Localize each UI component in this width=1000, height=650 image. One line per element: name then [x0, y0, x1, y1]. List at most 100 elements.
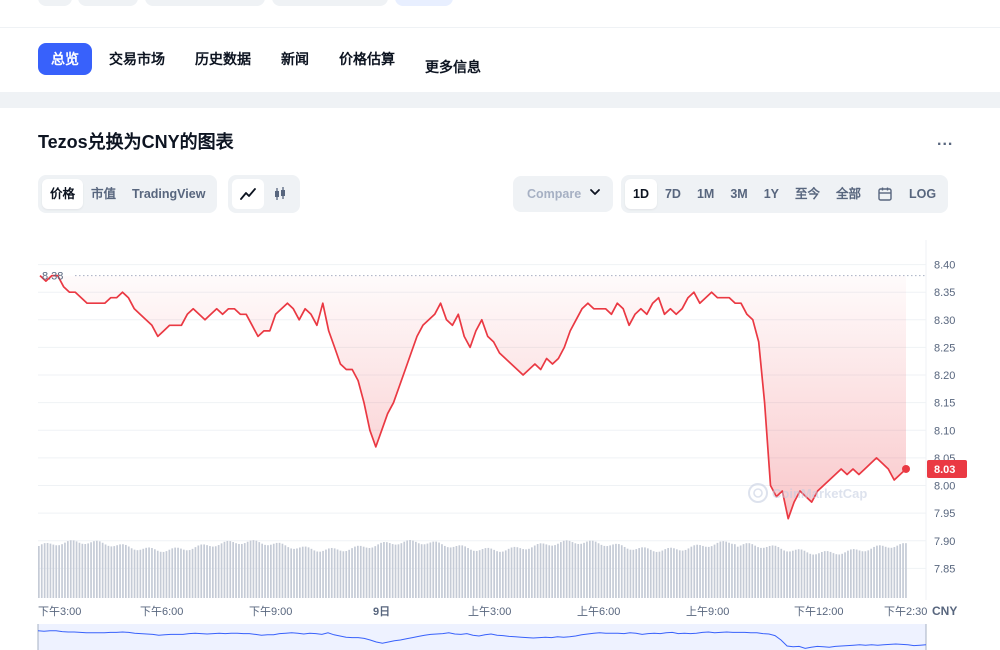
volume-bar — [241, 543, 243, 598]
volume-bar — [641, 547, 643, 598]
volume-bar — [771, 545, 774, 598]
y-tick-label: 8.25 — [934, 342, 955, 354]
volume-bar — [490, 548, 493, 598]
range-ytd-button[interactable]: 至今 — [787, 179, 828, 209]
top-pill-active[interactable] — [395, 0, 453, 6]
volume-bar — [75, 541, 78, 598]
volume-bar — [267, 545, 269, 598]
volume-bar — [261, 543, 263, 598]
y-tick-label: 8.35 — [934, 287, 955, 299]
volume-bar — [203, 544, 205, 598]
volume-bar — [69, 540, 72, 598]
volume-bar — [438, 542, 440, 598]
volume-bar — [533, 545, 536, 598]
volume-bar — [731, 543, 733, 598]
volume-bar — [539, 543, 542, 598]
tab-historical-data[interactable]: 历史数据 — [182, 43, 264, 75]
range-3m-button[interactable]: 3M — [722, 179, 755, 209]
volume-bar — [188, 550, 191, 598]
candlestick-chart-icon[interactable] — [264, 179, 296, 209]
volume-bar — [38, 546, 40, 598]
volume-bar — [678, 550, 681, 598]
top-pill[interactable] — [38, 0, 72, 6]
volume-bar — [185, 550, 188, 598]
view-market-cap-button[interactable]: 市值 — [83, 179, 124, 209]
chart-view-switch: 价格 市值 TradingView — [38, 175, 218, 213]
volume-bar — [899, 544, 901, 598]
volume-bar — [96, 540, 98, 598]
volume-bar — [800, 549, 803, 598]
calendar-icon[interactable] — [869, 179, 901, 209]
volume-bar — [664, 549, 667, 598]
volume-bar — [255, 540, 258, 598]
volume-bar — [206, 545, 208, 598]
volume-bar — [165, 551, 168, 598]
volume-bar — [420, 544, 423, 598]
volume-bar — [446, 547, 449, 598]
tab-more-info[interactable]: 更多信息 — [412, 51, 494, 83]
volume-bar — [693, 545, 696, 598]
volume-bar — [394, 544, 397, 598]
volume-bar — [342, 551, 345, 598]
volume-bar — [197, 545, 200, 598]
volume-bar — [629, 549, 632, 598]
top-pill[interactable] — [272, 0, 388, 6]
tab-news[interactable]: 新闻 — [268, 43, 322, 75]
volume-bar — [510, 547, 513, 598]
volume-bar — [336, 549, 339, 598]
chart-grid — [38, 240, 927, 600]
volume-bar — [243, 543, 246, 598]
volume-bar — [615, 543, 617, 598]
volume-bar — [412, 540, 414, 598]
volume-bar — [58, 545, 60, 598]
range-1y-button[interactable]: 1Y — [756, 179, 787, 209]
volume-bar — [444, 545, 446, 598]
tab-price-prediction[interactable]: 价格估算 — [326, 43, 408, 75]
volume-bar — [768, 545, 771, 598]
volume-bar — [127, 546, 130, 598]
volume-bar — [896, 545, 899, 598]
volume-bar — [765, 546, 768, 598]
navigator-line — [37, 630, 927, 649]
log-scale-button[interactable]: LOG — [901, 179, 944, 209]
y-tick-label: 8.05 — [934, 453, 955, 465]
volume-bar — [81, 543, 84, 598]
volume-bar — [397, 544, 400, 598]
volume-bar — [876, 545, 878, 598]
top-pill[interactable] — [145, 0, 265, 6]
time-range-switch: 1D 7D 1M 3M 1Y 至今 全部 LOG — [621, 175, 949, 213]
volume-bar — [742, 544, 745, 598]
volume-bar — [478, 550, 481, 598]
volume-bar — [371, 547, 374, 598]
range-1m-button[interactable]: 1M — [689, 179, 722, 209]
chart-title: Tezos兑换为CNY的图表 — [38, 132, 234, 152]
volume-bar — [870, 548, 872, 598]
volume-bar — [684, 549, 687, 598]
range-7d-button[interactable]: 7D — [657, 179, 689, 209]
range-1d-button[interactable]: 1D — [625, 179, 657, 209]
volume-bar — [133, 549, 136, 598]
more-options-icon[interactable]: ... — [937, 132, 953, 150]
tab-overview[interactable]: 总览 — [38, 43, 92, 75]
line-chart-icon[interactable] — [232, 179, 264, 209]
volume-bar — [707, 546, 710, 598]
volume-bar — [821, 551, 823, 598]
volume-bar — [792, 550, 794, 598]
compare-dropdown[interactable]: Compare — [513, 176, 613, 212]
volume-bar — [626, 548, 629, 598]
view-tradingview-button[interactable]: TradingView — [124, 179, 213, 209]
volume-bar — [84, 544, 87, 598]
volume-bar — [632, 549, 635, 598]
volume-bar — [676, 549, 678, 598]
view-price-button[interactable]: 价格 — [42, 179, 84, 209]
volume-bar — [348, 549, 350, 598]
top-pill[interactable] — [78, 0, 138, 6]
tab-markets[interactable]: 交易市场 — [96, 43, 178, 75]
volume-bar — [107, 545, 110, 598]
range-all-button[interactable]: 全部 — [828, 179, 869, 209]
volume-bar — [130, 548, 133, 598]
volume-bar — [861, 551, 864, 598]
volume-bar — [606, 546, 609, 598]
price-line — [39, 274, 907, 520]
volume-bar — [406, 540, 408, 598]
